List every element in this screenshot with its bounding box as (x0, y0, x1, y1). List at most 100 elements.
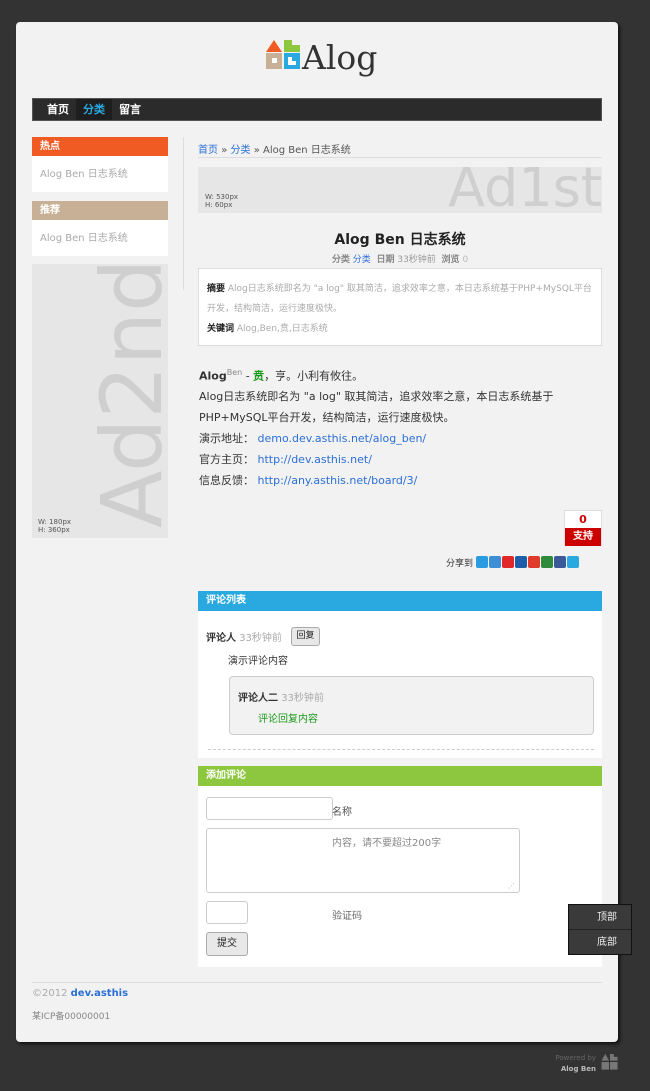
breadcrumb: 首页 » 分类 » Alog Ben 日志系统 (198, 141, 351, 156)
meta-date: 33秒钟前 (397, 255, 436, 265)
powered-logo-icon (601, 1054, 618, 1070)
content-placeholder: 内容，请不要超过200字 (332, 838, 442, 849)
feedback-link[interactable]: http://any.asthis.net/board/3/ (258, 474, 418, 487)
vote-box[interactable]: 0 支持 (564, 510, 602, 546)
crumb-category[interactable]: 分类 (231, 145, 251, 156)
scroll-top-button[interactable]: 顶部 (569, 905, 631, 930)
logo-text[interactable]: Alog (302, 38, 377, 77)
ad1-height: H: 60px (205, 201, 233, 209)
nav-home[interactable]: 首页 (40, 99, 76, 120)
share-bar: 分享到 (446, 555, 580, 569)
kaixin-icon[interactable] (528, 556, 541, 568)
name-label: 名称 (332, 807, 352, 818)
resize-grip-icon[interactable]: ⋰ (508, 882, 515, 890)
keywords-label: 关键词 (207, 324, 235, 334)
footer-copyright: ©2012 dev.asthis (32, 988, 128, 999)
crumb-current: Alog Ben 日志系统 (263, 145, 351, 156)
meta-label: 日期 (376, 255, 395, 265)
comment-form: 名称 内容，请不要超过200字 ⋰ 验证码 提交 (198, 786, 602, 967)
keywords-text: Alog,Ben,贲,日志系统 (236, 324, 328, 334)
meta-label: 浏览 (441, 255, 460, 265)
content-textarea[interactable]: 内容，请不要超过200字 ⋰ (206, 828, 520, 893)
divider (208, 749, 594, 750)
post-meta: 分类 分类 日期 33秒钟前 浏览 0 (198, 252, 602, 265)
vote-button[interactable]: 支持 (565, 528, 601, 546)
nav-guestbook[interactable]: 留言 (112, 99, 148, 120)
captcha-input[interactable] (206, 901, 248, 924)
recommend-title: 推荐 (32, 201, 168, 220)
hot-title: 热点 (32, 137, 168, 156)
ad-sidebar[interactable]: Ad2nd W: 180px H: 360px (32, 264, 168, 538)
comment-item: 评论人 33秒钟前 (206, 629, 282, 644)
comment-time: 33秒钟前 (239, 633, 282, 644)
vote-count: 0 (579, 513, 587, 526)
ad1-width: W: 530px (205, 193, 239, 201)
scroll-buttons: 顶部 底部 (568, 904, 632, 955)
post-title: Alog Ben 日志系统 (334, 232, 466, 248)
link-label: 信息反馈： (199, 473, 254, 487)
reply-content: 评论回复内容 (258, 714, 318, 725)
post-body: AlogBen - 贲，亨。小利有攸往。 Alog日志系统即名为 "a log"… (199, 363, 599, 491)
share-label: 分享到 (446, 558, 474, 569)
footer-divider (32, 982, 602, 983)
crumb-sep: » (253, 145, 260, 156)
sina-weibo-icon[interactable] (502, 556, 515, 568)
facebook-icon[interactable] (554, 556, 567, 568)
comment-content: 演示评论内容 (228, 656, 288, 667)
comment-reply: 评论人二 33秒钟前 评论回复内容 (229, 676, 594, 735)
powered-line1: Powered by (555, 1054, 596, 1062)
submit-button[interactable]: 提交 (206, 932, 248, 956)
twitter-icon[interactable] (567, 556, 580, 568)
divider (198, 157, 602, 158)
scroll-bottom-button[interactable]: 底部 (569, 930, 631, 955)
highlight: 贲 (253, 369, 265, 383)
powered-by: Powered by Alog Ben (540, 1053, 596, 1075)
brand: Alog (199, 369, 227, 383)
ad2-width: W: 180px (38, 518, 72, 526)
homepage-link[interactable]: http://dev.asthis.net/ (258, 453, 372, 466)
demo-link[interactable]: demo.dev.asthis.net/alog_ben/ (258, 432, 427, 445)
reply-author: 评论人二 (238, 693, 278, 704)
tencent-weibo-icon[interactable] (489, 556, 502, 568)
motto: ，亨。小利有攸往。 (264, 369, 364, 383)
comment-author: 评论人 (206, 633, 236, 644)
paragraph: PHP+MySQL平台开发，结构简洁，运行速度极快。 (199, 411, 455, 425)
douban-icon[interactable] (541, 556, 554, 568)
link-label: 演示地址： (199, 432, 254, 446)
meta-category-link[interactable]: 分类 (353, 255, 371, 265)
renren-icon[interactable] (515, 556, 528, 568)
ad2-height: H: 360px (38, 526, 70, 534)
footer-icp: 某ICP备00000001 (32, 1012, 111, 1022)
main-nav: 首页 分类 留言 (32, 98, 602, 121)
recommend-item[interactable]: Alog Ben 日志系统 (32, 220, 168, 256)
copyright-year: ©2012 (32, 988, 68, 999)
ad1-text: Ad1st (448, 167, 602, 213)
column-divider (183, 137, 184, 290)
comment-list-title: 评论列表 (198, 591, 602, 611)
qzone-icon[interactable] (476, 556, 489, 568)
reply-time: 33秒钟前 (281, 693, 324, 704)
name-input[interactable] (206, 797, 333, 820)
logo-icon[interactable] (266, 40, 302, 76)
comment-list: 评论人 33秒钟前 回复 演示评论内容 评论人二 33秒钟前 评论回复内容 (198, 611, 602, 758)
post-summary: 摘要 Alog日志系统即名为 "a log" 取其简洁，追求效率之意，本日志系统… (198, 268, 602, 346)
brand-sup: Ben (226, 368, 243, 377)
crumb-sep: » (221, 145, 228, 156)
captcha-label: 验证码 (332, 911, 362, 922)
ad2-text: Ad2nd (83, 264, 168, 528)
summary-text: Alog日志系统即名为 "a log" 取其简洁，追求效率之意，本日志系统基于P… (207, 284, 592, 314)
link-label: 官方主页： (199, 452, 254, 466)
dash: - (242, 369, 254, 383)
paragraph: Alog日志系统即名为 "a log" 取其简洁，追求效率之意，本日志系统基于 (199, 390, 554, 404)
hot-item[interactable]: Alog Ben 日志系统 (32, 156, 168, 192)
summary-label: 摘要 (207, 284, 226, 294)
nav-category[interactable]: 分类 (76, 99, 112, 120)
footer-site-link[interactable]: dev.asthis (71, 988, 128, 999)
meta-label: 分类 (331, 255, 350, 265)
ad-top[interactable]: Ad1st W: 530px H: 60px (198, 167, 602, 213)
reply-button[interactable]: 回复 (291, 627, 320, 646)
meta-views: 0 (462, 255, 469, 265)
powered-line2: Alog Ben (560, 1065, 596, 1073)
add-comment-title: 添加评论 (198, 766, 602, 786)
crumb-home[interactable]: 首页 (198, 145, 218, 156)
